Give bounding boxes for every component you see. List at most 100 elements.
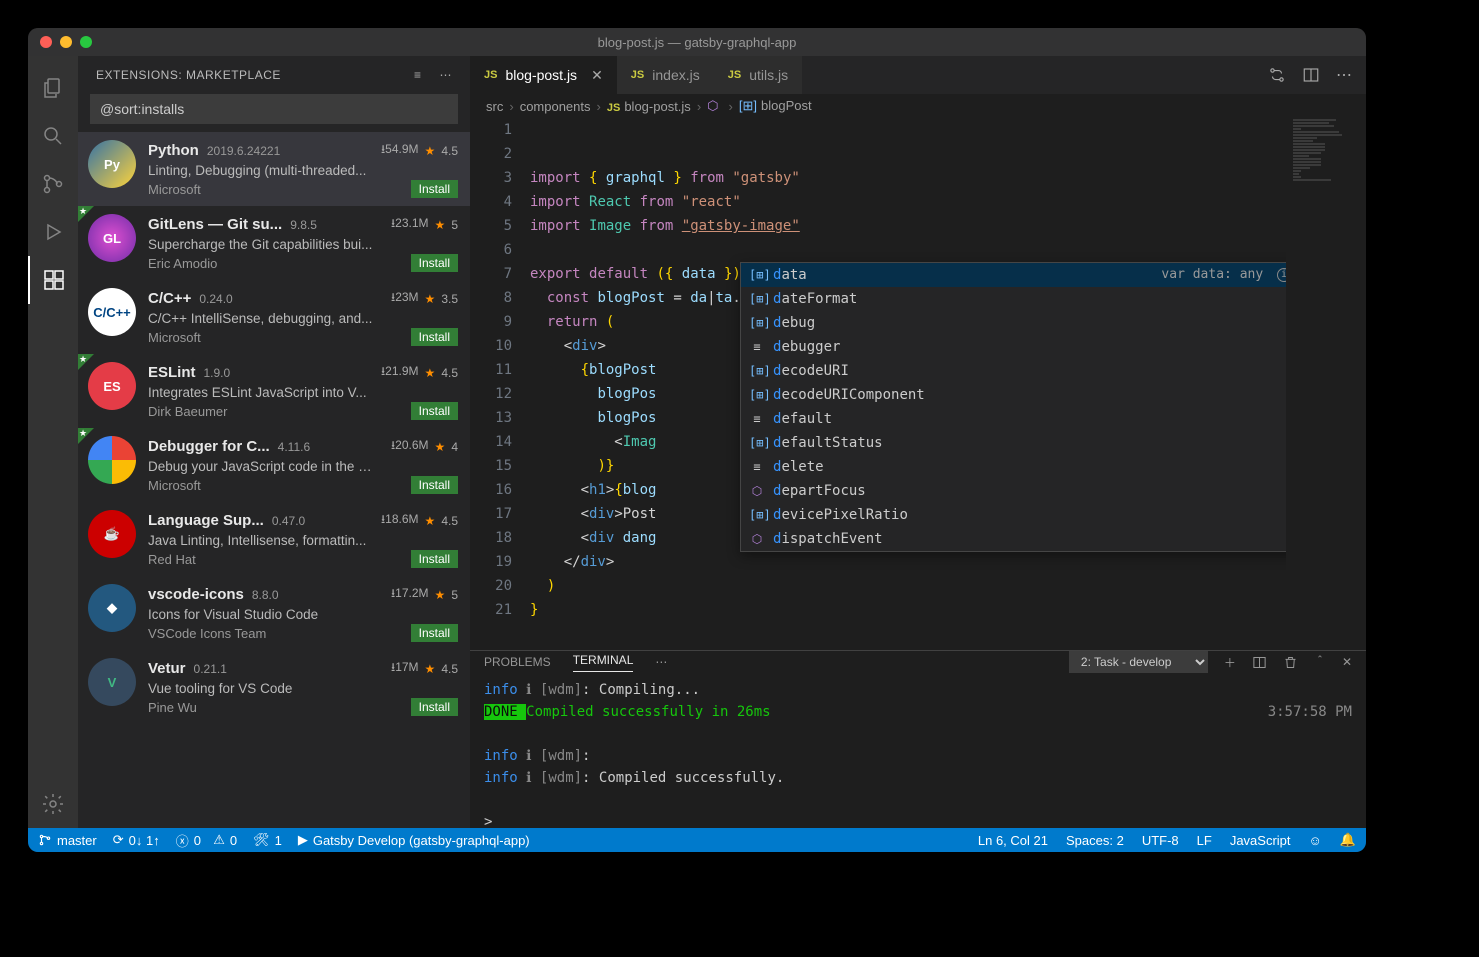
new-terminal-icon[interactable]: ＋ (1224, 654, 1236, 671)
suggest-item[interactable]: ≡default (741, 407, 1286, 431)
suggest-kind-icon: ≡ (749, 455, 765, 479)
git-sync[interactable]: ⟳ 0↓ 1↑ (113, 832, 160, 848)
suggest-item[interactable]: [⊞]decodeURIComponent (741, 383, 1286, 407)
encoding[interactable]: UTF-8 (1142, 833, 1179, 848)
cursor-position[interactable]: Ln 6, Col 21 (978, 833, 1048, 848)
breadcrumb[interactable]: src›components›JSblog-post.js›⬡›[⊞]blogP… (470, 94, 1366, 118)
suggest-item[interactable]: ⬡dispatchEvent (741, 527, 1286, 551)
suggest-widget[interactable]: [⊞]datavar data: any i[⊞]dateFormat[⊞]de… (740, 262, 1286, 552)
breadcrumb-item[interactable]: components (520, 99, 591, 114)
close-tab-icon[interactable]: ✕ (591, 67, 603, 84)
extension-item[interactable]: PyPython2019.6.24221⭳54.9M ★ 4.5Linting,… (78, 132, 470, 206)
breadcrumb-item[interactable]: [⊞]blogPost (739, 98, 812, 114)
install-button[interactable]: Install (411, 402, 458, 420)
suggest-item[interactable]: [⊞]dateFormat (741, 287, 1286, 311)
install-button[interactable]: Install (411, 624, 458, 642)
recommended-badge (78, 206, 94, 222)
source-control-icon[interactable] (28, 160, 78, 208)
panel-more-icon[interactable]: ⋯ (655, 655, 667, 669)
extension-item[interactable]: GLGitLens — Git su...9.8.5⭳23.1M ★ 5Supe… (78, 206, 470, 280)
suggest-kind-icon: ≡ (749, 335, 765, 359)
terminal-select[interactable]: 2: Task - develop (1069, 651, 1208, 673)
install-button[interactable]: Install (411, 550, 458, 568)
minimap[interactable] (1286, 118, 1366, 650)
tab-problems[interactable]: PROBLEMS (484, 655, 551, 669)
suggest-item[interactable]: ≡delete (741, 455, 1286, 479)
install-button[interactable]: Install (411, 254, 458, 272)
extension-item[interactable]: VVetur0.21.1⭳17M ★ 4.5Vue tooling for VS… (78, 650, 470, 724)
editor-tab[interactable]: JSutils.js (714, 56, 802, 94)
problems-status[interactable]: ⓧ 0 ⚠ 0 (176, 831, 237, 850)
suggest-item[interactable]: ⬡departFocus (741, 479, 1286, 503)
extension-icon: GL (88, 214, 136, 262)
install-button[interactable]: Install (411, 328, 458, 346)
language-mode[interactable]: JavaScript (1230, 833, 1291, 848)
gear-icon[interactable] (28, 780, 78, 828)
editor-tab[interactable]: JSindex.js (617, 56, 714, 94)
maximize-panel-icon[interactable]: ＾ (1314, 654, 1326, 671)
extension-description: Debug your JavaScript code in the … (148, 459, 458, 474)
kill-terminal-icon[interactable] (1283, 655, 1298, 670)
close-window[interactable] (40, 36, 52, 48)
editor[interactable]: 123456789101112131415161718192021 import… (470, 118, 1366, 650)
tab-terminal[interactable]: TERMINAL (573, 653, 634, 672)
extension-item[interactable]: ◆vscode-icons8.8.0⭳17.2M ★ 5Icons for Vi… (78, 576, 470, 650)
extension-icon: V (88, 658, 136, 706)
extension-description: Icons for Visual Studio Code (148, 607, 458, 622)
suggest-item[interactable]: [⊞]devicePixelRatio (741, 503, 1286, 527)
suggest-item[interactable]: [⊞]datavar data: any i (741, 263, 1286, 287)
breadcrumb-item[interactable]: ⬡ (707, 98, 722, 114)
suggest-item[interactable]: [⊞]defaultStatus (741, 431, 1286, 455)
recommended-badge (78, 354, 94, 370)
suggest-item[interactable]: [⊞]decodeURI (741, 359, 1286, 383)
extension-description: Supercharge the Git capabilities bui... (148, 237, 458, 252)
extension-item[interactable]: C/C++C/C++0.24.0⭳23M ★ 3.5C/C++ IntelliS… (78, 280, 470, 354)
search-icon[interactable] (28, 112, 78, 160)
breadcrumb-item[interactable]: JSblog-post.js (607, 99, 691, 114)
more-actions-icon[interactable]: ⋯ (1336, 65, 1352, 85)
extension-description: Integrates ESLint JavaScript into V... (148, 385, 458, 400)
extension-item[interactable]: Debugger for C...4.11.6⭳20.6M ★ 4Debug y… (78, 428, 470, 502)
debug-icon[interactable] (28, 208, 78, 256)
suggest-item[interactable]: ≡debugger (741, 335, 1286, 359)
notifications-icon[interactable]: 🔔 (1340, 832, 1356, 848)
more-icon[interactable]: ⋯ (440, 68, 453, 82)
indentation[interactable]: Spaces: 2 (1066, 833, 1124, 848)
extension-publisher: Red Hat (148, 552, 196, 567)
close-panel-icon[interactable]: ✕ (1342, 655, 1352, 669)
js-file-icon: JS (631, 69, 644, 81)
extensions-list[interactable]: PyPython2019.6.24221⭳54.9M ★ 4.5Linting,… (78, 132, 470, 828)
extension-publisher: Eric Amodio (148, 256, 217, 271)
extension-description: Linting, Debugging (multi-threaded... (148, 163, 458, 178)
titlebar[interactable]: blog-post.js — gatsby-graphql-app (28, 28, 1366, 56)
compare-icon[interactable] (1268, 66, 1286, 84)
eol[interactable]: LF (1197, 833, 1212, 848)
task-status[interactable]: ▶ Gatsby Develop (gatsby-graphql-app) (298, 832, 530, 848)
git-branch[interactable]: master (38, 833, 97, 848)
maximize-window[interactable] (80, 36, 92, 48)
install-button[interactable]: Install (411, 476, 458, 494)
extension-item[interactable]: ESESLint1.9.0⭳21.9M ★ 4.5Integrates ESLi… (78, 354, 470, 428)
suggest-kind-icon: [⊞] (749, 383, 765, 407)
feedback-icon[interactable]: ☺ (1309, 833, 1322, 848)
extensions-icon[interactable] (28, 256, 78, 304)
editor-tab[interactable]: JSblog-post.js✕ (470, 56, 617, 94)
code-content[interactable]: import { graphql } from "gatsby"import R… (530, 118, 1286, 650)
clear-icon[interactable]: ≡ (414, 68, 422, 82)
tools-status[interactable]: 🛠 1 (253, 832, 282, 848)
suggest-item[interactable]: [⊞]debug (741, 311, 1286, 335)
recommended-badge (78, 428, 94, 444)
breadcrumb-item[interactable]: src (486, 99, 503, 114)
extension-version: 0.24.0 (199, 292, 232, 306)
extension-publisher: Microsoft (148, 478, 201, 493)
split-terminal-icon[interactable] (1252, 655, 1267, 670)
install-button[interactable]: Install (411, 180, 458, 198)
install-button[interactable]: Install (411, 698, 458, 716)
extension-item[interactable]: ☕Language Sup...0.47.0⭳18.6M ★ 4.5Java L… (78, 502, 470, 576)
editor-group: JSblog-post.js✕JSindex.jsJSutils.js ⋯ sr… (470, 56, 1366, 828)
minimize-window[interactable] (60, 36, 72, 48)
terminal-output[interactable]: info ℹ [wdm]: Compiling... DONE Compiled… (470, 673, 1366, 839)
extension-search-input[interactable]: @sort:installs (90, 94, 458, 124)
files-icon[interactable] (28, 64, 78, 112)
split-editor-icon[interactable] (1302, 66, 1320, 84)
